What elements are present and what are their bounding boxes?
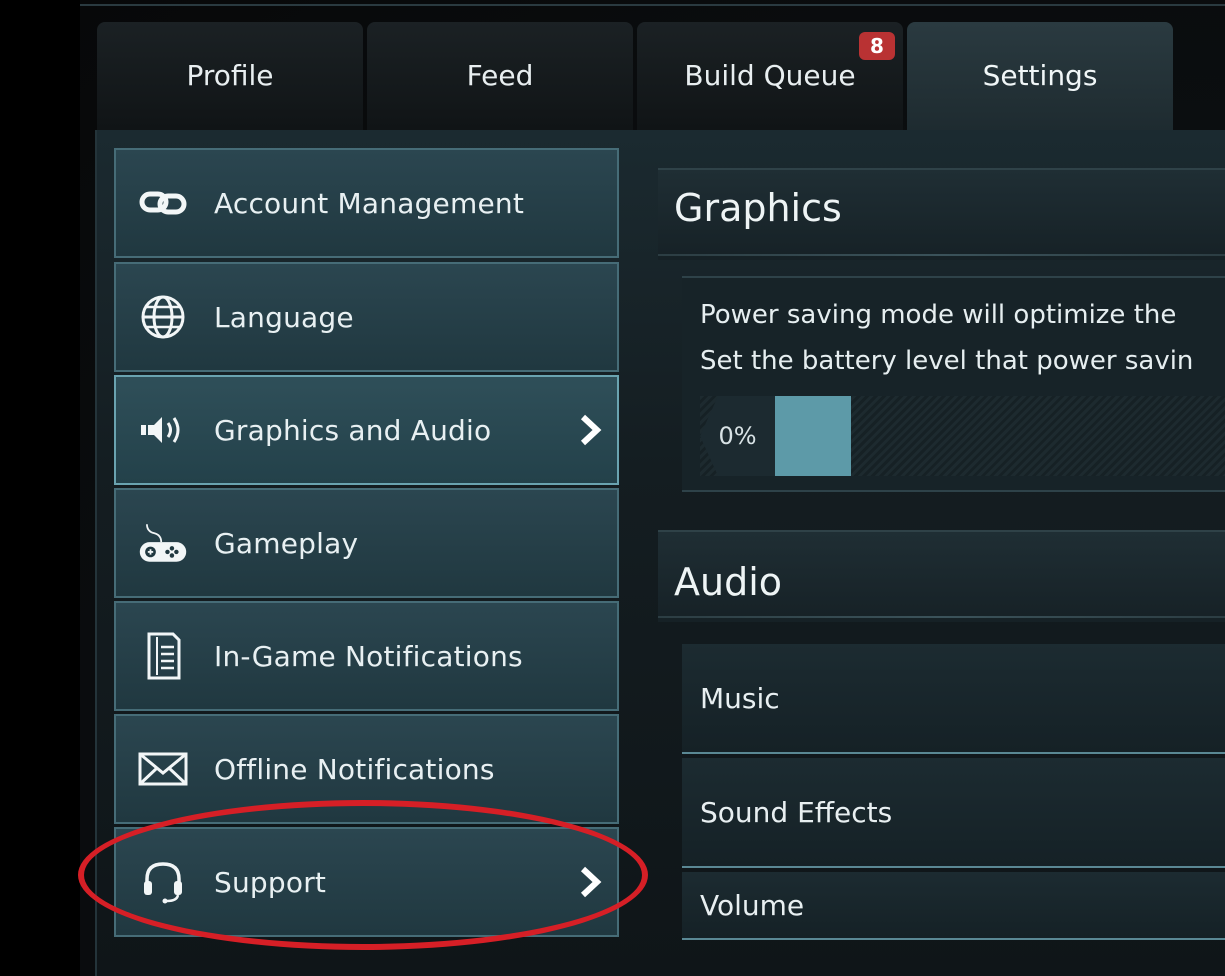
link-icon	[138, 178, 188, 228]
build-queue-count-badge: 8	[859, 32, 895, 60]
section-title: Audio	[674, 560, 783, 604]
tab-settings-label: Settings	[982, 58, 1098, 92]
sidebar-item-label: Gameplay	[214, 526, 359, 560]
tab-feed[interactable]: Feed	[367, 22, 633, 130]
audio-row-sound-effects[interactable]: Sound Effects	[682, 758, 1225, 868]
sidebar-item-in-game-notifications[interactable]: In-Game Notifications	[114, 601, 619, 711]
sidebar-item-label: Account Management	[214, 186, 525, 220]
sidebar-item-language[interactable]: Language	[114, 262, 619, 372]
description-line: Set the battery level that power savin	[700, 346, 1194, 376]
sidebar-item-gameplay[interactable]: Gameplay	[114, 488, 619, 598]
sidebar-item-support[interactable]: Support	[114, 827, 619, 937]
speaker-icon	[138, 405, 188, 455]
tab-profile-label: Profile	[186, 58, 274, 92]
sidebar-item-graphics-and-audio[interactable]: Graphics and Audio	[114, 375, 619, 485]
globe-icon	[138, 292, 188, 342]
sidebar-item-label: Graphics and Audio	[214, 413, 492, 447]
sidebar-item-label: In-Game Notifications	[214, 639, 523, 673]
tab-settings[interactable]: Settings	[907, 22, 1173, 130]
audio-row-label: Volume	[700, 889, 805, 922]
header-divider	[658, 254, 1225, 256]
section-title: Graphics	[674, 186, 842, 230]
chevron-right-icon	[580, 866, 602, 898]
gamepad-icon	[138, 518, 188, 568]
tab-build-queue-label: Build Queue	[684, 58, 856, 92]
battery-level-slider[interactable]: 0%	[700, 396, 1225, 476]
audio-row-label: Music	[700, 681, 780, 715]
tab-profile[interactable]: Profile	[97, 22, 363, 130]
slider-handle[interactable]	[775, 396, 851, 476]
envelope-icon	[138, 744, 188, 794]
document-icon	[138, 631, 188, 681]
power-saving-box: Power saving mode will optimize the Set …	[682, 276, 1225, 492]
header-divider	[658, 616, 1225, 618]
headset-icon	[138, 857, 188, 907]
sidebar-item-label: Support	[214, 865, 327, 899]
sidebar-item-account-management[interactable]: Account Management	[114, 148, 619, 258]
sidebar-item-label: Language	[214, 300, 354, 334]
sidebar-item-label: Offline Notifications	[214, 752, 495, 786]
chevron-right-icon	[580, 414, 602, 446]
audio-row-volume[interactable]: Volume	[682, 872, 1225, 940]
tab-feed-label: Feed	[466, 58, 534, 92]
description-line: Power saving mode will optimize the	[700, 300, 1177, 330]
slider-value: 0%	[700, 396, 775, 476]
sidebar-item-offline-notifications[interactable]: Offline Notifications	[114, 714, 619, 824]
audio-row-music[interactable]: Music	[682, 644, 1225, 754]
audio-section-header: Audio	[658, 530, 1225, 622]
power-saving-description: Power saving mode will optimize the Set …	[700, 292, 1225, 384]
graphics-section-header: Graphics	[658, 168, 1225, 260]
tab-build-queue[interactable]: Build Queue 8	[637, 22, 903, 130]
audio-row-label: Sound Effects	[700, 795, 893, 829]
top-divider	[80, 4, 1225, 6]
